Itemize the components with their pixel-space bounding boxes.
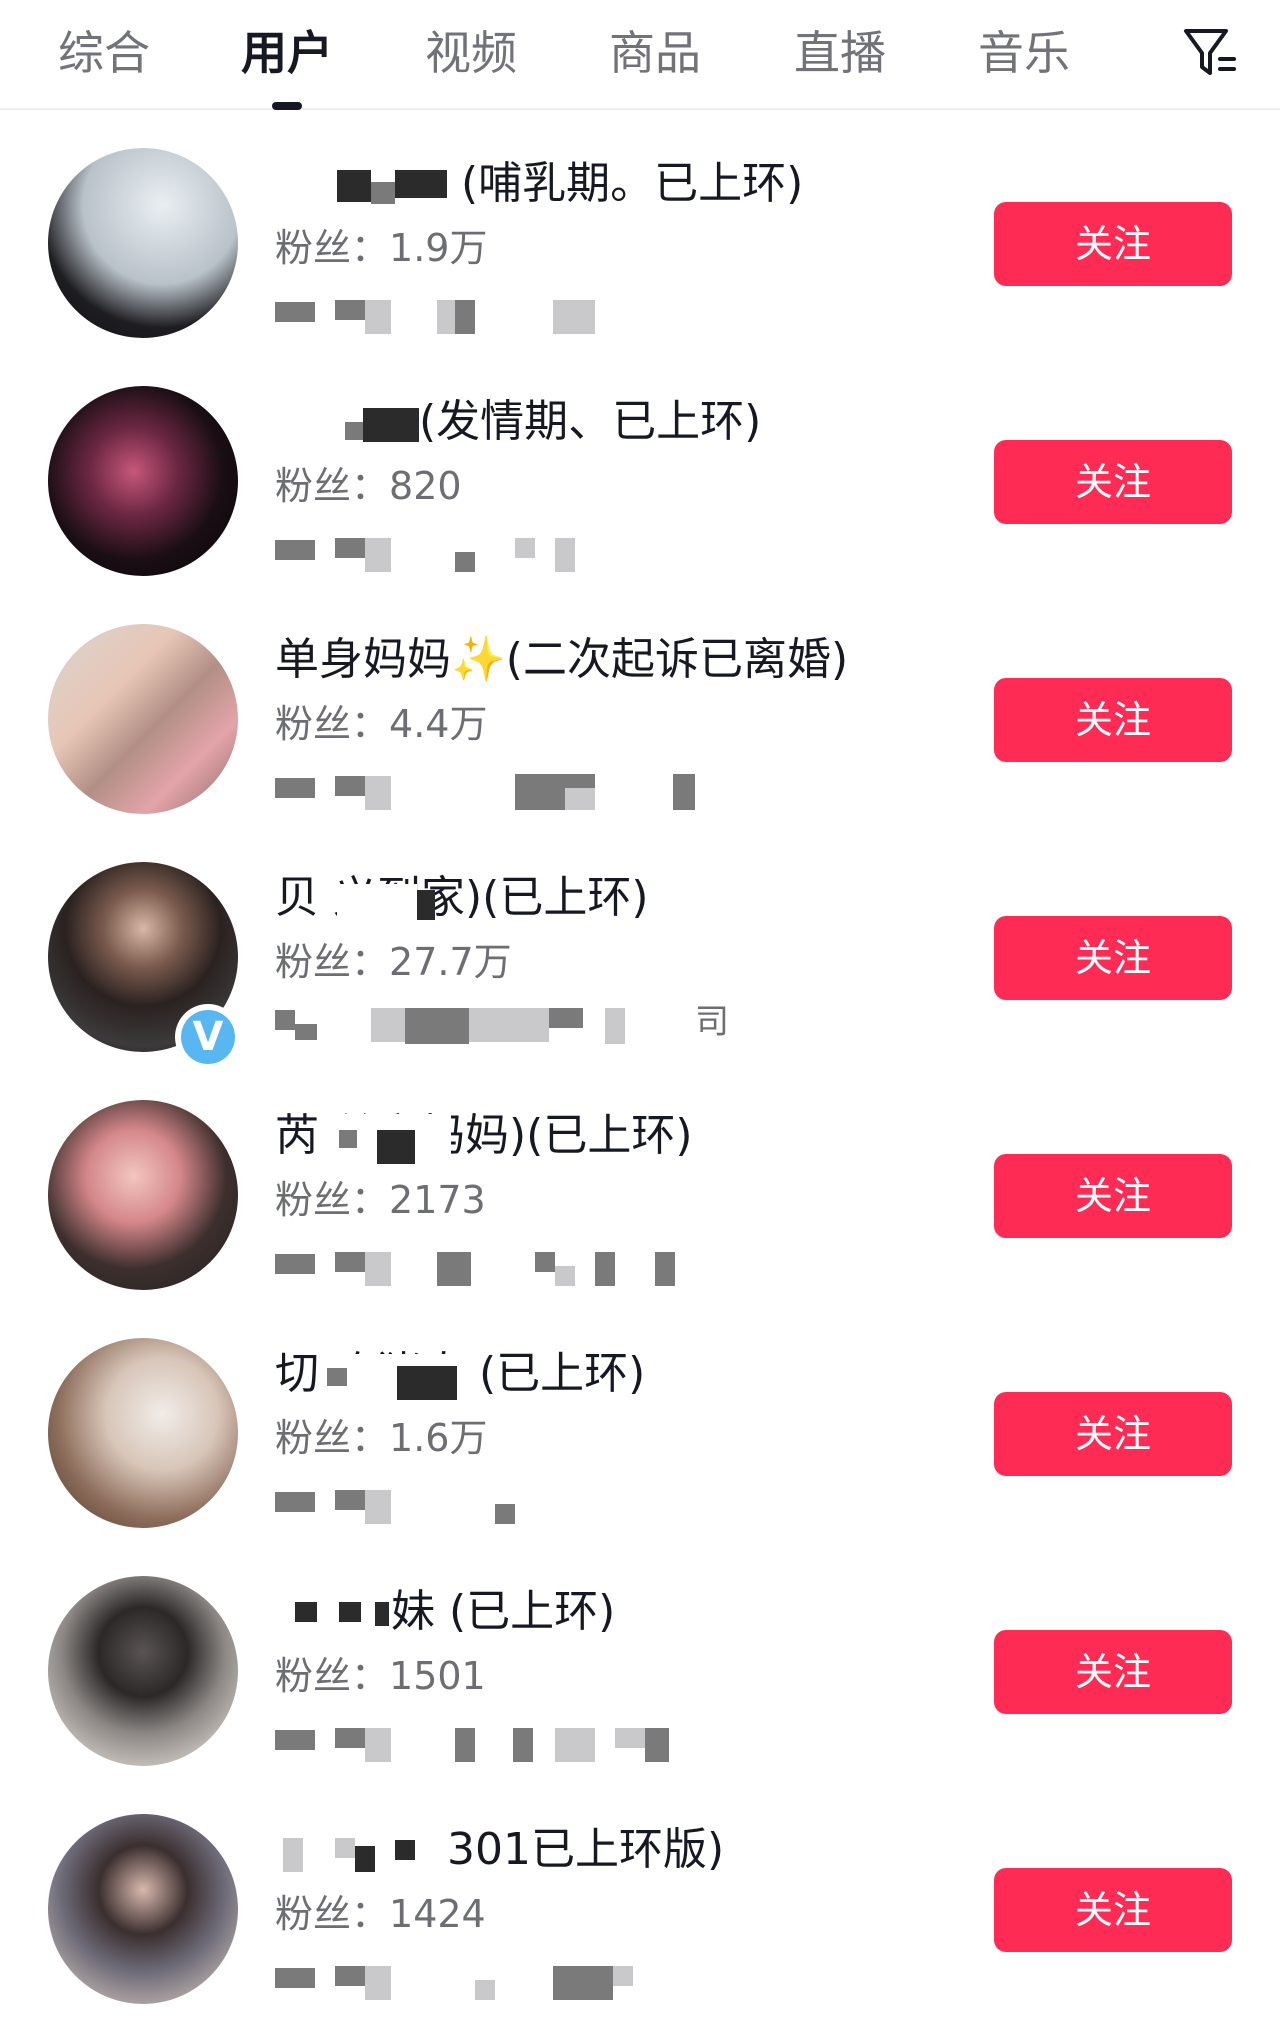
user-row[interactable]: 妹 (已上环) 粉丝：1501 关注 — [0, 1538, 1280, 1776]
redacted-mosaic — [417, 890, 435, 920]
redacted-mosaic — [339, 1130, 357, 1148]
user-name[interactable]: (哺乳期。已上环) — [275, 152, 975, 216]
bio-suffix: 司 — [695, 1002, 729, 1042]
avatar[interactable] — [48, 1338, 238, 1528]
redacted-mosaic — [337, 884, 417, 924]
fans-count-text: 粉丝：4.4万 — [275, 702, 488, 746]
redacted-bio — [275, 1958, 755, 2000]
redacted-mosaic — [363, 408, 419, 442]
user-name[interactable]: 芮 单亲妈妈)(已上环) — [275, 1104, 975, 1168]
active-tab-indicator — [272, 102, 302, 110]
fans-count-text: 粉丝：820 — [275, 464, 462, 508]
fans-count-text: 粉丝：1.6万 — [275, 1416, 488, 1460]
user-row[interactable]: (哺乳期。已上环) 粉丝：1.9万 关注 — [0, 110, 1280, 348]
avatar[interactable] — [48, 148, 238, 338]
user-row[interactable]: V 贝 义到家)(已上环) 粉丝：27.7万 司 关注 — [0, 824, 1280, 1070]
redacted-mosaic — [283, 1838, 303, 1872]
user-row[interactable]: 切 吃猪肉 (已上环) 粉丝：1.6万 关注 — [0, 1300, 1280, 1538]
avatar[interactable] — [48, 624, 238, 814]
redacted-mosaic — [295, 1602, 317, 1622]
user-name[interactable]: 切 吃猪肉 (已上环) — [275, 1342, 975, 1406]
follow-button[interactable]: 关注 — [994, 678, 1232, 762]
redacted-mosaic — [377, 1130, 415, 1164]
fans-count-text: 粉丝：1424 — [275, 1892, 486, 1936]
redacted-mosaic — [397, 1366, 457, 1400]
verified-v-icon: V — [181, 1010, 235, 1064]
redacted-bio — [275, 1244, 755, 1286]
avatar[interactable] — [48, 1100, 238, 1290]
redacted-mosaic — [335, 1838, 355, 1858]
tab-comprehensive[interactable]: 综合 — [58, 20, 150, 86]
redacted-mosaic — [395, 170, 447, 198]
user-row[interactable]: (发情期、已上环) 粉丝：820 关注 — [0, 348, 1280, 586]
redacted-bio — [275, 292, 755, 334]
fans-count-text: 粉丝：2173 — [275, 1178, 486, 1222]
follow-button[interactable]: 关注 — [994, 202, 1232, 286]
search-tab-bar: 综合 用户 视频 商品 直播 音乐 — [0, 0, 1280, 110]
fans-count-text: 粉丝：27.7万 — [275, 940, 512, 984]
redacted-bio: 司 — [275, 1002, 735, 1044]
follow-button[interactable]: 关注 — [994, 1868, 1232, 1952]
redacted-bio — [275, 1720, 755, 1762]
tab-live[interactable]: 直播 — [794, 20, 886, 86]
redacted-mosaic — [327, 1368, 347, 1386]
user-name[interactable]: 301已上环版) — [275, 1818, 975, 1882]
follow-button[interactable]: 关注 — [994, 440, 1232, 524]
filter-funnel-icon — [1184, 29, 1236, 75]
tab-products[interactable]: 商品 — [609, 20, 701, 86]
redacted-mosaic — [395, 1840, 415, 1860]
user-row[interactable]: 301已上环版) 粉丝：1424 关注 — [0, 1776, 1280, 2021]
avatar[interactable] — [48, 1576, 238, 1766]
user-name[interactable]: 贝 义到家)(已上环) — [275, 866, 975, 930]
user-name[interactable]: (发情期、已上环) — [275, 390, 975, 454]
redacted-mosaic — [375, 1602, 389, 1626]
fans-count-text: 粉丝：1501 — [275, 1654, 486, 1698]
user-name[interactable]: 妹 (已上环) — [275, 1580, 975, 1644]
avatar[interactable] — [48, 1814, 238, 2004]
user-name[interactable]: 单身妈妈✨(二次起诉已离婚) — [275, 628, 975, 692]
follow-button[interactable]: 关注 — [994, 1154, 1232, 1238]
user-row[interactable]: 单身妈妈✨(二次起诉已离婚) 粉丝：4.4万 关注 — [0, 586, 1280, 824]
follow-button[interactable]: 关注 — [994, 916, 1232, 1000]
filter-button[interactable] — [1182, 25, 1238, 81]
redacted-bio — [275, 530, 755, 572]
tab-music[interactable]: 音乐 — [978, 20, 1070, 86]
redacted-bio — [275, 1482, 755, 1524]
follow-button[interactable]: 关注 — [994, 1392, 1232, 1476]
fans-count-text: 粉丝：1.9万 — [275, 226, 488, 270]
avatar[interactable] — [48, 386, 238, 576]
redacted-bio — [275, 768, 755, 810]
redacted-mosaic — [337, 170, 371, 202]
tab-users[interactable]: 用户 — [241, 20, 333, 86]
redacted-mosaic — [355, 1846, 375, 1872]
follow-button[interactable]: 关注 — [994, 1630, 1232, 1714]
verified-badge: V — [175, 1004, 241, 1070]
redacted-mosaic — [371, 182, 395, 204]
redacted-mosaic — [339, 1602, 361, 1622]
user-row[interactable]: 芮 单亲妈妈)(已上环) 粉丝：2173 关注 — [0, 1062, 1280, 1300]
tab-videos[interactable]: 视频 — [425, 20, 517, 86]
redacted-mosaic — [345, 422, 365, 440]
